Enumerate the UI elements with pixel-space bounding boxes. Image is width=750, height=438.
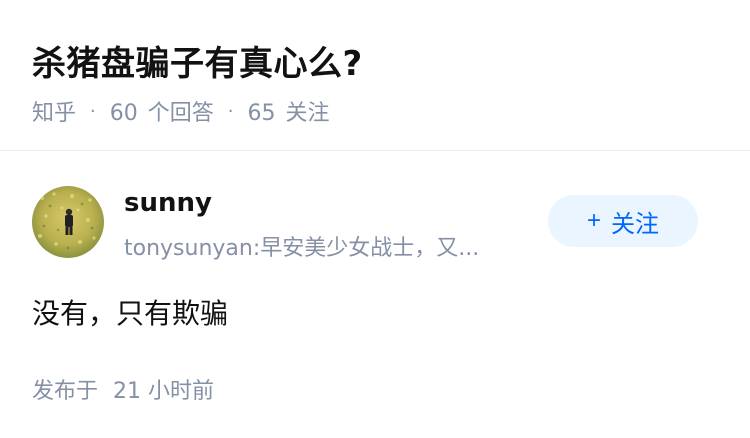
answer-count-label: 个回答 [147,101,214,126]
answer-count: 60 [109,101,138,126]
question-header: 杀猪盘骗子有真心么? 知乎 · 60 个回答 · 65 关注 [32,0,718,150]
follower-count: 65 [247,101,276,126]
plus-icon: + [586,207,601,234]
section-divider [0,150,750,151]
avatar[interactable] [32,186,104,258]
follow-button-label: 关注 [611,210,659,238]
published-label: 发布于 [32,379,99,404]
author-name[interactable]: sunny [124,188,212,218]
meta-separator: · [227,100,234,122]
meta-separator: · [90,100,96,122]
avatar-image [32,186,104,258]
question-meta: 知乎 · 60 个回答 · 65 关注 [32,95,330,127]
author-bio: tonysunyan:早安美少女战士，又... [124,236,480,261]
question-title[interactable]: 杀猪盘骗子有真心么? [32,36,363,85]
publish-time: 发布于 21 小时前 [32,373,214,405]
follower-count-label: 关注 [285,101,330,126]
follow-button[interactable]: + 关注 [548,195,698,247]
answer-content: 没有，只有欺骗 [32,297,229,330]
answer-count-link[interactable]: 60 个回答 [110,95,214,127]
published-time: 21 小时前 [113,379,215,404]
source-label[interactable]: 知乎 [32,95,76,127]
follower-count-link[interactable]: 65 关注 [248,95,330,127]
